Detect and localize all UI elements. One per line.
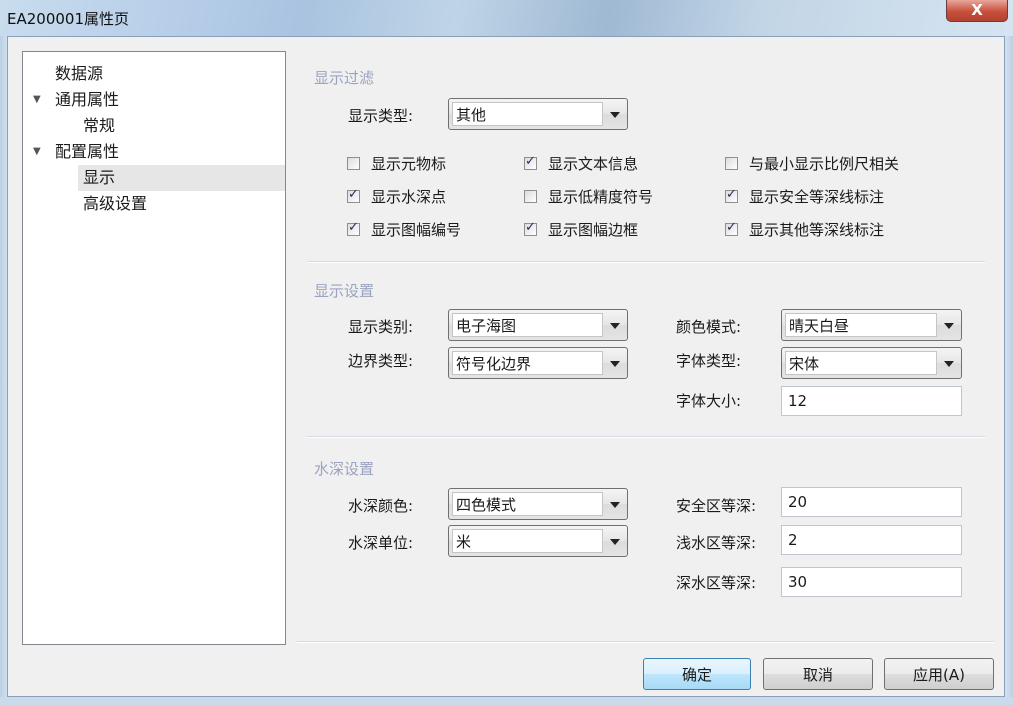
title-bar: EA200001属性页 (0, 0, 1013, 36)
dropdown-arrow-icon (944, 323, 954, 329)
checkbox-icon (725, 187, 738, 203)
checkbox-show-low-accuracy-symbols[interactable]: 显示低精度符号 (524, 186, 653, 207)
display-type-label: 显示类型: (348, 107, 414, 125)
display-category-select[interactable]: 电子海图 (448, 309, 628, 341)
checkbox-label: 显示安全等深线标注 (749, 188, 885, 206)
checkbox-show-text-info[interactable]: 显示文本信息 (524, 153, 638, 174)
depth-unit-value: 米 (452, 529, 603, 553)
tree-item-display[interactable]: 显示 (83, 168, 115, 188)
checkbox-icon (347, 187, 360, 203)
checkbox-icon (524, 154, 537, 170)
shallow-depth-input[interactable]: 2 (781, 525, 962, 555)
tree-item-general[interactable]: 常规 (83, 116, 115, 136)
tree-item-data-source[interactable]: 数据源 (55, 64, 103, 84)
window-title: EA200001属性页 (7, 10, 129, 28)
group-title-display-filter: 显示过滤 (314, 69, 375, 87)
checkbox-min-scale-related[interactable]: 与最小显示比例尺相关 (725, 153, 899, 174)
tree-item-general-properties[interactable]: 通用属性 (55, 90, 119, 110)
checkbox-icon (725, 220, 738, 236)
checkbox-label: 显示元物标 (371, 155, 447, 173)
checkbox-show-other-contour-labels[interactable]: 显示其他等深线标注 (725, 219, 884, 240)
group-title-display-settings: 显示设置 (314, 282, 375, 300)
checkbox-show-meta-objects[interactable]: 显示元物标 (347, 153, 446, 174)
group-title-depth-settings: 水深设置 (314, 460, 375, 478)
font-size-label: 字体大小: (676, 392, 742, 410)
boundary-type-value: 符号化边界 (452, 351, 603, 375)
window-frame-right (1005, 36, 1013, 705)
category-tree[interactable]: 数据源 ▼ 通用属性 常规 ▼ 配置属性 显示 高级设置 (22, 51, 286, 645)
display-type-select[interactable]: 其他 (448, 98, 628, 130)
dropdown-arrow-icon (610, 539, 620, 545)
checkbox-icon (347, 220, 360, 236)
checkbox-icon (524, 190, 537, 203)
display-category-value: 电子海图 (452, 313, 603, 337)
window-frame-bottom (0, 697, 1013, 705)
font-type-select[interactable]: 宋体 (781, 347, 962, 379)
checkbox-show-soundings[interactable]: 显示水深点 (347, 186, 446, 207)
boundary-type-label: 边界类型: (348, 352, 414, 370)
ok-button[interactable]: 确定 (643, 658, 751, 690)
expand-arrow-icon[interactable]: ▼ (33, 94, 41, 105)
close-icon: X (971, 1, 983, 19)
safe-depth-label: 安全区等深: (676, 497, 757, 515)
tree-item-config-properties[interactable]: 配置属性 (55, 142, 119, 162)
color-mode-label: 颜色模式: (676, 318, 742, 336)
depth-color-select[interactable]: 四色模式 (448, 488, 628, 520)
checkbox-show-chart-border[interactable]: 显示图幅边框 (524, 219, 638, 240)
apply-button[interactable]: 应用(A) (884, 658, 994, 690)
checkbox-icon (524, 220, 537, 236)
checkbox-label: 显示图幅边框 (548, 221, 639, 239)
tree-item-advanced[interactable]: 高级设置 (83, 194, 147, 214)
font-size-input[interactable]: 12 (781, 386, 962, 416)
deep-depth-label: 深水区等深: (676, 574, 757, 592)
checkbox-label: 显示文本信息 (548, 155, 639, 173)
boundary-type-select[interactable]: 符号化边界 (448, 347, 628, 379)
depth-color-value: 四色模式 (452, 492, 603, 516)
color-mode-select[interactable]: 晴天白昼 (781, 309, 962, 341)
safe-depth-input[interactable]: 20 (781, 487, 962, 517)
cancel-button[interactable]: 取消 (763, 658, 873, 690)
expand-arrow-icon[interactable]: ▼ (33, 146, 41, 157)
display-category-label: 显示类别: (348, 318, 414, 336)
shallow-depth-label: 浅水区等深: (676, 534, 757, 552)
checkbox-label: 与最小显示比例尺相关 (749, 155, 900, 173)
close-button[interactable]: X (946, 0, 1008, 22)
dropdown-arrow-icon (944, 361, 954, 367)
depth-color-label: 水深颜色: (348, 497, 414, 515)
dropdown-arrow-icon (610, 361, 620, 367)
checkbox-label: 显示低精度符号 (548, 188, 654, 206)
font-type-value: 宋体 (785, 351, 937, 375)
button-separator (297, 641, 994, 643)
color-mode-value: 晴天白昼 (785, 313, 937, 337)
depth-unit-label: 水深单位: (348, 534, 414, 552)
display-type-value: 其他 (452, 102, 603, 126)
checkbox-icon (347, 157, 360, 170)
group-separator (307, 261, 985, 263)
deep-depth-input[interactable]: 30 (781, 567, 962, 597)
checkbox-show-safety-contour-labels[interactable]: 显示安全等深线标注 (725, 186, 884, 207)
group-separator (307, 436, 985, 438)
checkbox-icon (725, 157, 738, 170)
checkbox-label: 显示其他等深线标注 (749, 221, 885, 239)
dropdown-arrow-icon (610, 323, 620, 329)
font-type-label: 字体类型: (676, 352, 742, 370)
depth-unit-select[interactable]: 米 (448, 525, 628, 557)
checkbox-label: 显示图幅编号 (371, 221, 462, 239)
checkbox-label: 显示水深点 (371, 188, 447, 206)
checkbox-show-chart-number[interactable]: 显示图幅编号 (347, 219, 461, 240)
dropdown-arrow-icon (610, 112, 620, 118)
dropdown-arrow-icon (610, 502, 620, 508)
